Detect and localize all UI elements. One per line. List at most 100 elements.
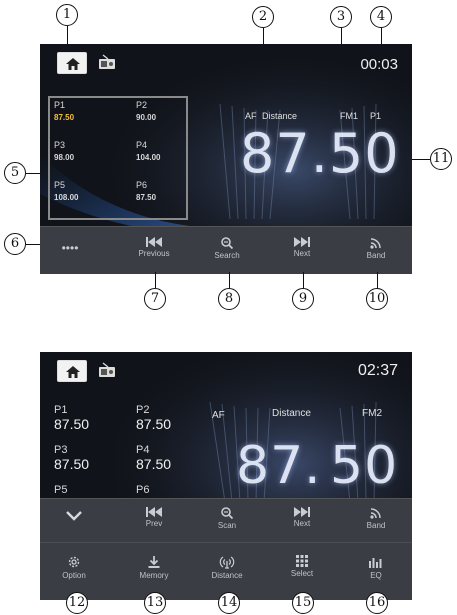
collapse-button[interactable] [44, 511, 104, 523]
frequency-display: 87.50 [240, 122, 400, 185]
prev-button[interactable]: Prev [124, 507, 184, 528]
preset-label: P5 [54, 484, 68, 496]
preset-indicator: P1 [370, 111, 382, 121]
preset-value: 87.50 [136, 456, 172, 472]
callout-16: 16 [366, 592, 388, 614]
top-bar: 02:37 [40, 352, 412, 392]
radio-screen-2: 02:37 AF Distance FM2 87 . 50 P1 87.50 P… [40, 352, 412, 600]
scan-icon [221, 507, 233, 519]
preset-p1[interactable]: P1 87.50 [54, 404, 89, 432]
callout-9: 9 [292, 288, 314, 310]
eq-label: EQ [370, 571, 382, 580]
equalizer-icon [369, 558, 382, 568]
preset-p5[interactable]: P5 [54, 484, 67, 496]
previous-icon [146, 507, 162, 517]
band-label: Band [366, 251, 386, 260]
distance-indicator: Distance [272, 408, 311, 419]
gear-icon [68, 556, 80, 568]
next-label: Next [293, 519, 311, 528]
callout-10-line [377, 272, 378, 288]
home-button[interactable] [57, 52, 87, 74]
preset-label: P4 [136, 444, 150, 456]
eq-button[interactable]: EQ [346, 555, 406, 580]
preset-label: P1 [54, 404, 68, 416]
more-dots: •••• [61, 241, 79, 255]
preset-value: 87.50 [54, 416, 90, 432]
select-button[interactable]: Select [272, 555, 332, 578]
next-label: Next [293, 249, 311, 258]
frequency-decimal: 50 [330, 436, 399, 496]
grid-icon [296, 555, 308, 567]
callout-8-line [229, 272, 230, 288]
next-button[interactable]: Next [272, 507, 332, 528]
search-icon [221, 237, 233, 249]
callout-12: 12 [66, 592, 88, 614]
button-bar: •••• Previous Search Next Band [40, 226, 412, 274]
option-button[interactable]: Option [44, 555, 104, 580]
prev-label: Prev [145, 519, 163, 528]
band-indicator: FM2 [362, 408, 382, 419]
af-indicator: AF [212, 410, 225, 421]
band-icon [370, 508, 381, 519]
button-bar-row-1: Prev Scan Next Band [40, 498, 412, 542]
top-bar: 00:03 [40, 44, 412, 84]
preset-value: 87.50 [54, 456, 90, 472]
callout-2: 2 [252, 6, 274, 28]
frequency-integer: 87 [236, 436, 305, 496]
previous-label: Previous [138, 249, 170, 258]
clock: 02:37 [357, 362, 398, 379]
callout-13: 13 [144, 592, 166, 614]
preset-label: P6 [136, 484, 150, 496]
antenna-icon [219, 556, 235, 569]
more-button[interactable]: •••• [40, 241, 100, 255]
preset-value: 87.50 [136, 416, 172, 432]
home-button[interactable] [57, 360, 87, 382]
preset-label: P3 [54, 444, 68, 456]
callout-7-line [155, 272, 156, 288]
distance-label: Distance [211, 571, 243, 580]
callout-6: 6 [4, 233, 26, 255]
callout-15: 15 [292, 592, 314, 614]
search-label: Search [214, 251, 240, 260]
search-button[interactable]: Search [197, 237, 257, 260]
callout-5: 5 [4, 162, 26, 184]
callout-1: 1 [56, 4, 78, 26]
radio-icon[interactable] [98, 362, 116, 378]
preset-p3[interactable]: P3 87.50 [54, 444, 89, 472]
band-button[interactable]: Band [346, 507, 406, 530]
previous-button[interactable]: Previous [124, 237, 184, 258]
band-icon [370, 238, 381, 249]
next-icon [294, 237, 310, 247]
option-label: Option [62, 571, 86, 580]
band-indicator: FM1 [340, 111, 358, 121]
chevron-down-icon [66, 511, 82, 521]
callout-8: 8 [218, 288, 240, 310]
callout-4: 4 [370, 6, 392, 28]
next-button[interactable]: Next [272, 237, 332, 258]
home-icon [66, 58, 80, 70]
preset-p2[interactable]: P2 87.50 [136, 404, 171, 432]
next-icon [294, 507, 310, 517]
band-label: Band [366, 521, 386, 530]
callout-1-line [67, 26, 68, 46]
band-button[interactable]: Band [346, 237, 406, 260]
distance-button[interactable]: Distance [197, 555, 257, 580]
callout-11: 11 [430, 148, 452, 170]
preset-area-highlight [48, 96, 188, 220]
callout-14: 14 [218, 592, 240, 614]
distance-indicator: Distance [262, 111, 298, 121]
callout-10: 10 [366, 288, 388, 310]
previous-icon [146, 237, 162, 247]
preset-label: P2 [136, 404, 150, 416]
callout-9-line [303, 272, 304, 288]
scan-button[interactable]: Scan [197, 507, 257, 530]
preset-p4[interactable]: P4 87.50 [136, 444, 171, 472]
download-icon [148, 556, 160, 568]
radio-icon[interactable] [98, 54, 116, 70]
select-label: Select [290, 569, 314, 578]
clock: 00:03 [360, 56, 398, 73]
preset-p6[interactable]: P6 [136, 484, 149, 496]
home-icon [66, 366, 80, 378]
memory-button[interactable]: Memory [124, 555, 184, 580]
callout-3: 3 [330, 6, 352, 28]
